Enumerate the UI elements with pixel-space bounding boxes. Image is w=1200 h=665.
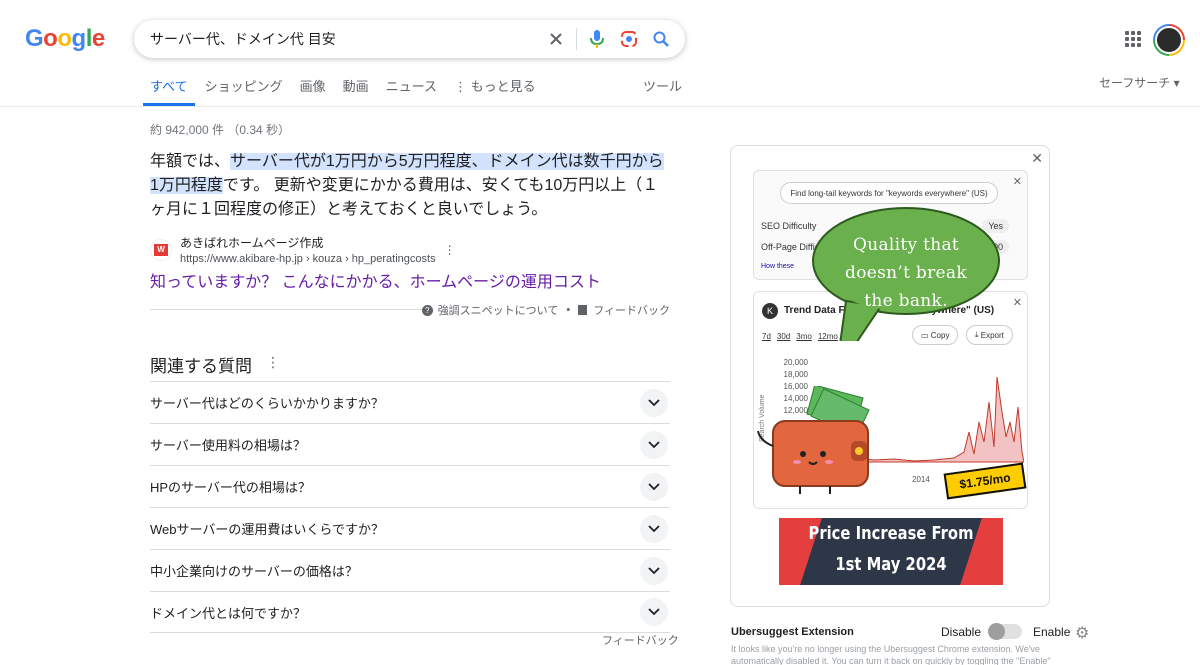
gear-icon[interactable]: ⚙ (1075, 623, 1089, 643)
price-increase-banner[interactable]: Price Increase From 1st May 2024 (779, 518, 1003, 585)
more-options-icon[interactable]: ⋮ (266, 354, 280, 371)
more-dots-icon: ⋮ (453, 79, 471, 94)
more-options-icon[interactable]: ⋮ (444, 243, 456, 257)
ad-panel[interactable]: ✕ Find long-tail keywords for "keywords … (730, 145, 1050, 607)
site-favicon: W (150, 238, 172, 261)
tab-all[interactable]: すべて (143, 76, 195, 106)
help-icon: ? (421, 304, 433, 316)
ubersuggest-description: It looks like you're no longer using the… (731, 644, 1051, 665)
snippet-source[interactable]: W あきばれホームページ作成 https://www.akibare-hp.jp… (150, 234, 456, 265)
ubersuggest-title: Ubersuggest Extension (731, 626, 854, 638)
question-item[interactable]: Webサーバーの運用費はいくらですか？ (150, 507, 670, 549)
about-snippets-link[interactable]: 強調スニペットについて (438, 302, 559, 318)
how-these-link[interactable]: How these (761, 263, 794, 270)
question-item[interactable]: サーバー使用料の相場は？ (150, 423, 670, 465)
site-name: あきばれホームページ作成 (180, 236, 324, 250)
tab-news[interactable]: ニュース (386, 76, 437, 106)
safe-search-menu[interactable]: セーフサーチ ▾ (1099, 74, 1180, 91)
search-results-page: Google サーバー代、ドメイン代 目安 すべて ショッピング 画像 動画 ニ… (0, 0, 1200, 665)
longtail-keywords-button[interactable]: Find long-tail keywords for "keywords ev… (780, 182, 998, 204)
x-tick: 2014 (912, 475, 930, 484)
featured-snippet: 年額では、サーバー代が1万円から5万円程度、ドメイン代は数千円から1万円程度です… (150, 153, 664, 218)
microphone-icon[interactable] (581, 23, 613, 55)
clear-icon[interactable] (540, 23, 572, 55)
tab-shopping[interactable]: ショッピング (205, 76, 283, 106)
seo-difficulty-label: SEO Difficulty (761, 221, 817, 231)
close-icon[interactable]: ✕ (1013, 296, 1022, 309)
wallet-mascot-icon (757, 386, 870, 494)
close-icon[interactable]: ✕ (1013, 175, 1022, 188)
keywords-everywhere-logo: K (762, 303, 778, 319)
feedback-link[interactable]: フィードバック (593, 302, 670, 318)
header-divider (0, 106, 1200, 107)
feedback-flag-icon (578, 305, 588, 315)
search-box[interactable]: サーバー代、ドメイン代 目安 (134, 20, 685, 58)
lens-icon[interactable] (613, 23, 645, 55)
snippet-footer: ? 強調スニペットについて • フィードバック (150, 302, 670, 318)
divider (576, 28, 577, 50)
y-tick: 20,000 (783, 358, 808, 367)
tools-button[interactable]: ツール (643, 76, 682, 95)
question-item[interactable]: サーバー代はどのくらいかかりますか？ (150, 381, 670, 423)
extension-toggle[interactable] (988, 623, 1022, 640)
search-icon[interactable] (645, 23, 677, 55)
caret-down-icon: ▾ (1173, 76, 1180, 90)
tab-videos[interactable]: 動画 (343, 76, 369, 106)
enable-label: Enable (1033, 625, 1071, 639)
chevron-down-icon[interactable] (640, 556, 668, 585)
result-title-link[interactable]: 知っていますか？ こんなにかかる、ホームページの運用コスト (150, 268, 601, 292)
question-item[interactable]: ドメイン代とは何ですか？ (150, 591, 670, 633)
chevron-down-icon[interactable] (640, 430, 668, 459)
close-icon[interactable]: ✕ (1031, 150, 1043, 167)
question-item[interactable]: 中小企業向けのサーバーの価格は？ (150, 549, 670, 591)
range-3mo[interactable]: 3mo (796, 332, 812, 341)
tab-more[interactable]: ⋮ もっと見る (454, 76, 536, 106)
search-tabs: すべて ショッピング 画像 動画 ニュース ⋮ もっと見る (143, 76, 553, 106)
google-logo[interactable]: Google (25, 25, 105, 53)
feedback-link[interactable]: フィードバック (602, 632, 679, 648)
chevron-down-icon[interactable] (640, 388, 668, 417)
chevron-down-icon[interactable] (640, 472, 668, 501)
question-item[interactable]: HPのサーバー代の相場は？ (150, 465, 670, 507)
result-stats: 約 942,000 件 （0.34 秒） (150, 123, 291, 137)
related-questions-title: 関連する質問 (150, 357, 252, 376)
avatar[interactable] (1153, 24, 1185, 56)
chevron-down-icon[interactable] (640, 598, 668, 626)
site-url: https://www.akibare-hp.jp › kouza › hp_p… (180, 253, 436, 265)
apps-grid-icon[interactable] (1125, 31, 1141, 47)
disable-label: Disable (941, 625, 982, 639)
bubble-text: Quality that doesn’t break the bank. (845, 235, 967, 311)
tab-images[interactable]: 画像 (300, 76, 326, 106)
range-7d[interactable]: 7d (762, 332, 771, 341)
range-30d[interactable]: 30d (777, 332, 790, 341)
y-tick: 18,000 (783, 370, 808, 379)
search-input[interactable]: サーバー代、ドメイン代 目安 (134, 29, 540, 49)
related-questions-list: サーバー代はどのくらいかかりますか？ サーバー使用料の相場は？ HPのサーバー代… (150, 381, 670, 633)
chevron-down-icon[interactable] (640, 514, 668, 543)
